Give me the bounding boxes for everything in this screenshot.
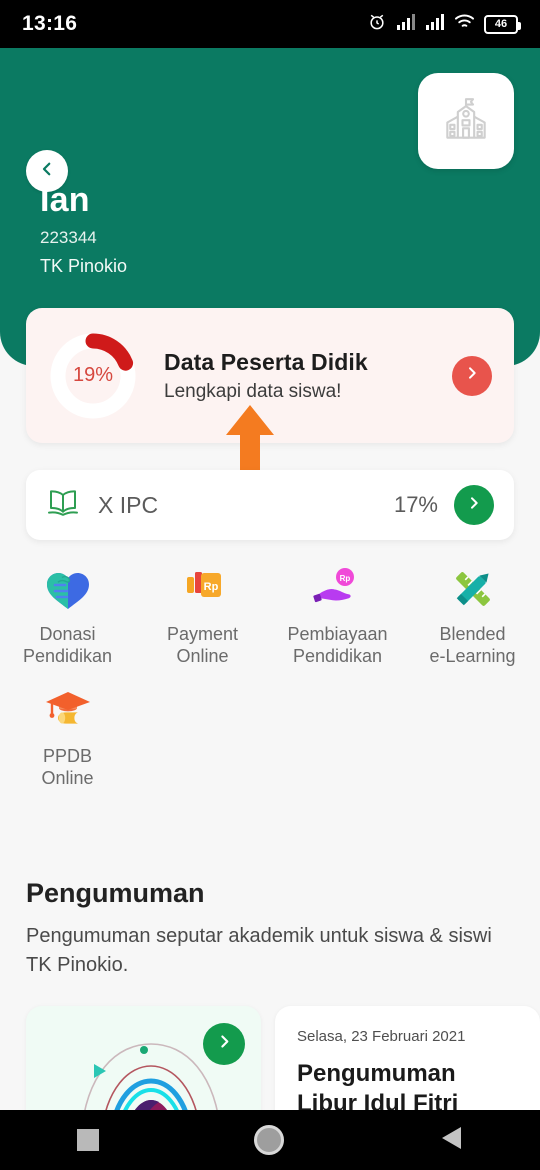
menu-label-line1: Pembiayaan <box>287 624 388 644</box>
student-id: 223344 <box>40 228 97 247</box>
graduation-cap-icon <box>41 684 95 738</box>
payment-rupiah-card-icon: Rp <box>176 562 230 616</box>
data-card-title: Data Peserta Didik <box>164 348 368 375</box>
announcement-date: Selasa, 23 Februari 2021 <box>297 1028 466 1045</box>
svg-text:Rp: Rp <box>339 574 350 583</box>
battery-level: 46 <box>494 17 508 30</box>
class-card-arrow-button[interactable] <box>454 485 494 525</box>
status-icon-group: 46 <box>367 12 521 37</box>
status-bar: 13:16 46 <box>0 0 540 48</box>
menu-item-label: Payment Online <box>167 623 238 668</box>
menu-item-blended-elearning[interactable]: Blended e-Learning <box>405 562 540 668</box>
square-recents-icon[interactable] <box>77 1129 100 1151</box>
quick-menu-grid: Donasi Pendidikan Rp Payment Online Rp P… <box>0 562 540 805</box>
school-building-icon <box>438 91 494 152</box>
svg-text:Rp: Rp <box>203 581 218 593</box>
progress-percent-label: 19% <box>72 364 114 386</box>
class-card[interactable]: X IPC 17% <box>26 470 514 540</box>
chevron-right-icon <box>464 365 480 386</box>
data-card-texts: Data Peserta Didik Lengkapi data siswa! <box>164 349 452 403</box>
menu-item-donasi-pendidikan[interactable]: Donasi Pendidikan <box>0 562 135 668</box>
menu-label-line2: Online <box>176 646 229 667</box>
menu-item-label: PPDB Online <box>41 745 93 790</box>
school-logo-button[interactable] <box>418 73 514 169</box>
signal-bars-icon <box>425 13 445 36</box>
menu-item-label: Pembiayaan Pendidikan <box>287 623 387 668</box>
menu-label-line1: PPDB <box>42 745 93 766</box>
menu-label-line1: Blended <box>439 624 506 644</box>
menu-label-line2: Online <box>41 767 94 788</box>
progress-ring: 19% <box>44 327 142 425</box>
menu-item-label: Donasi Pendidikan <box>23 623 112 668</box>
announcement-section-title: Pengumuman <box>26 878 205 908</box>
open-book-icon <box>46 488 80 523</box>
signal-bars-icon <box>396 13 416 36</box>
menu-label-line1: Donasi <box>39 624 96 644</box>
chevron-left-icon <box>38 160 56 183</box>
announcement-section-subtitle: Pengumuman seputar akademik untuk siswa … <box>26 925 492 976</box>
financing-hand-coin-icon: Rp <box>311 562 365 616</box>
pen-ruler-icon <box>446 562 500 616</box>
wifi-icon <box>454 13 475 35</box>
data-card-subtitle: Lengkapi data siswa! <box>164 380 342 402</box>
circle-home-icon[interactable] <box>253 1125 284 1155</box>
school-name: TK Pinokio <box>40 256 128 276</box>
donation-hands-heart-icon <box>41 562 95 616</box>
triangle-back-icon[interactable] <box>439 1125 463 1156</box>
alarm-clock-icon <box>367 12 387 37</box>
status-time: 13:16 <box>22 12 78 35</box>
chevron-right-icon <box>216 1033 233 1055</box>
menu-label-line2: e-Learning <box>429 646 516 667</box>
menu-item-ppdb-online[interactable]: PPDB Online <box>0 684 135 790</box>
phone-screen: 13:16 46 Ian 223344 TK Pinokio 19% Data … <box>0 0 540 1170</box>
menu-label-line2: Pendidikan <box>22 646 113 667</box>
battery-icon: 46 <box>484 14 521 34</box>
menu-item-pembiayaan-pendidikan[interactable]: Rp Pembiayaan Pendidikan <box>270 562 405 668</box>
chevron-right-icon <box>466 495 482 516</box>
class-progress-label: 17% <box>393 492 438 517</box>
menu-item-label: Blended e-Learning <box>429 623 515 668</box>
announcement-illustration-arrow-button[interactable] <box>203 1023 245 1065</box>
android-navigation-bar <box>0 1110 540 1170</box>
menu-label-line2: Pendidikan <box>292 646 383 667</box>
class-name-label: X IPC <box>98 491 159 518</box>
student-name: Ian <box>40 181 90 219</box>
menu-label-line1: Payment <box>166 624 239 644</box>
data-card-arrow-button[interactable] <box>452 355 492 396</box>
menu-item-payment-online[interactable]: Rp Payment Online <box>135 562 270 668</box>
